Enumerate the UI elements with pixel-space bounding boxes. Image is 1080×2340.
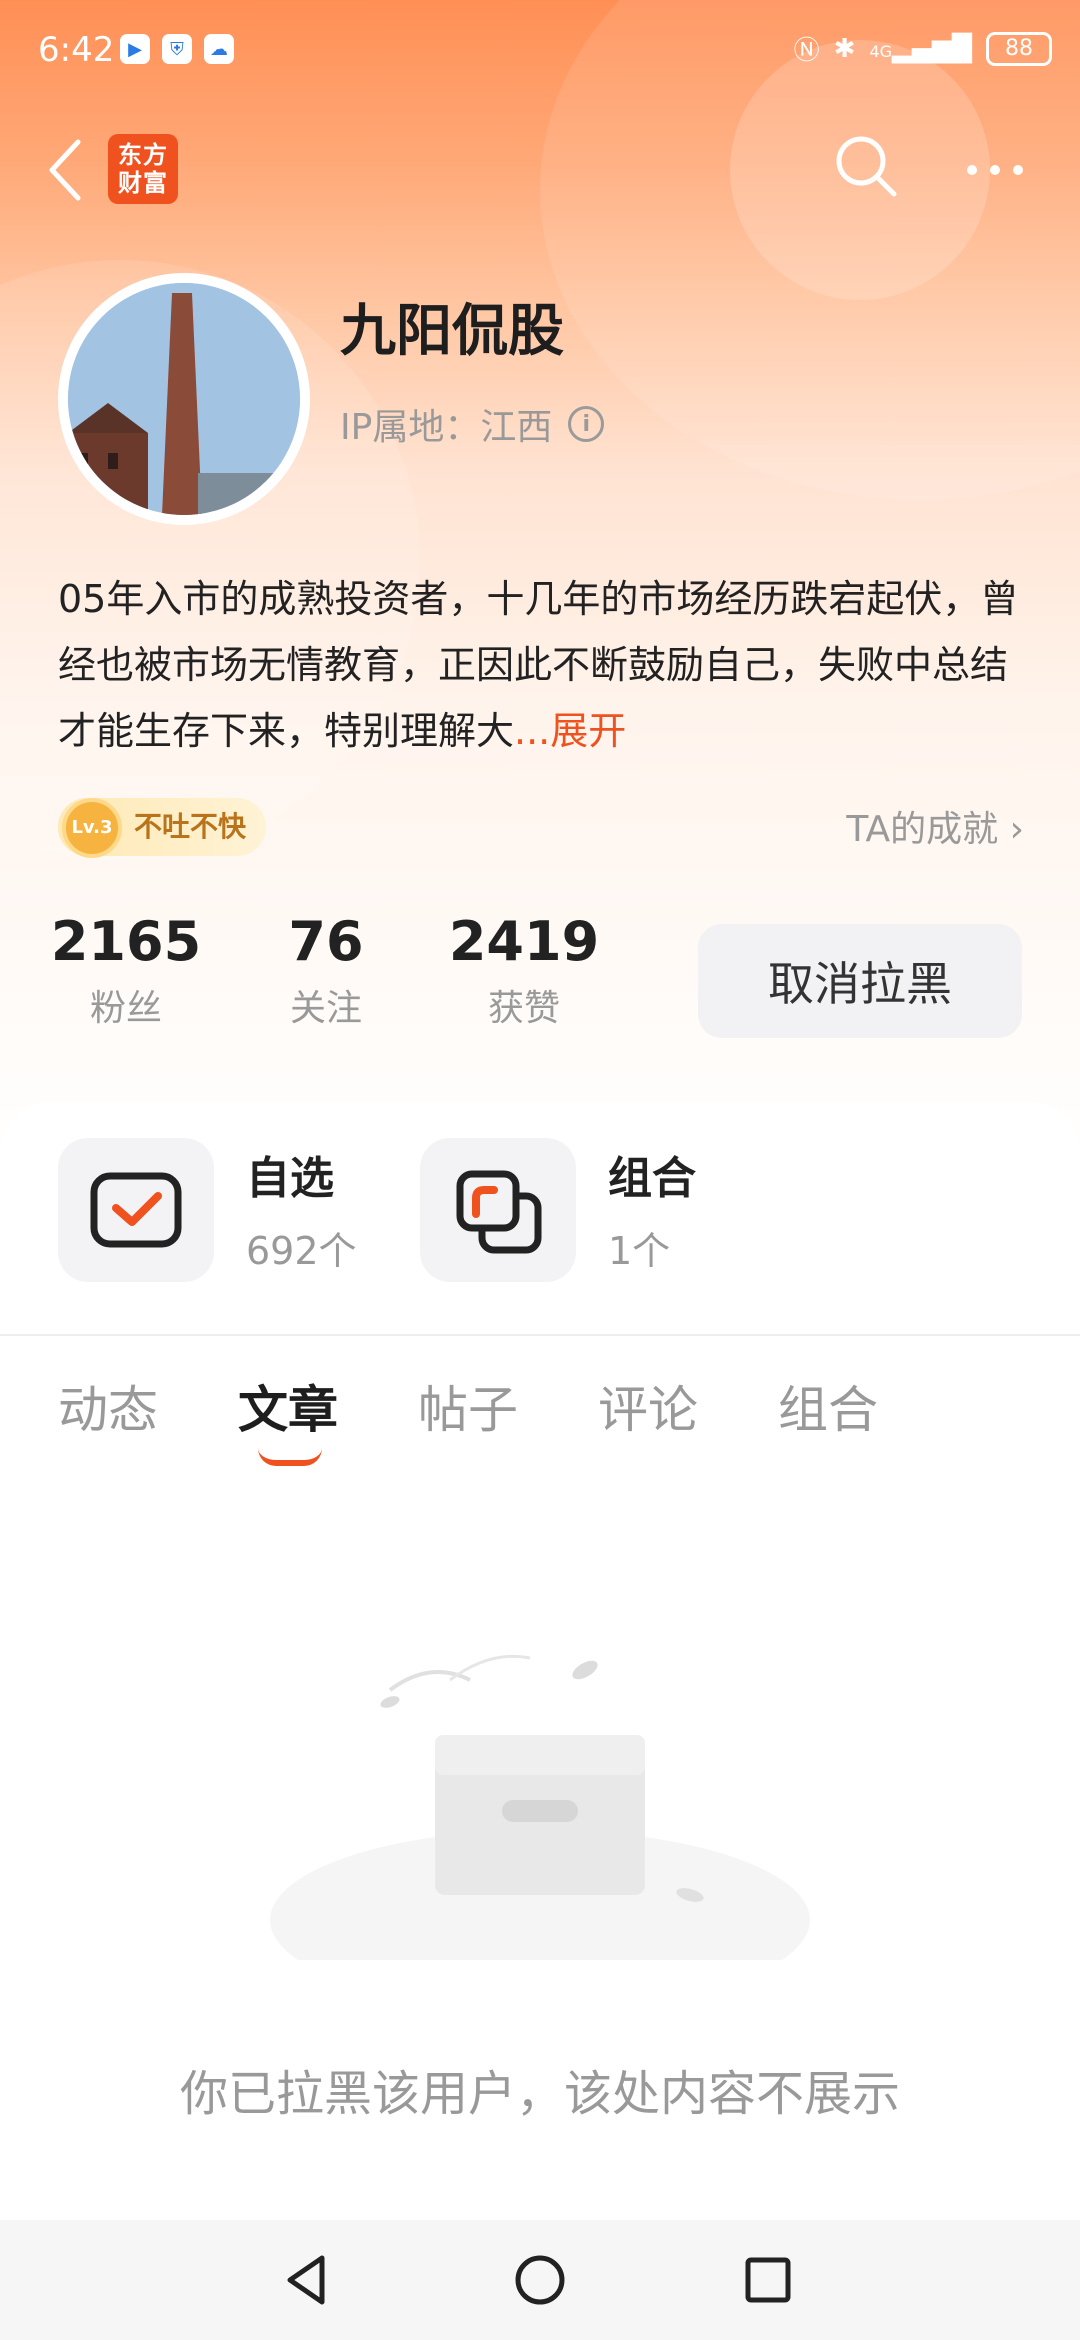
nav-recents-icon[interactable] bbox=[736, 2248, 800, 2312]
signal-icon: 4G▂▄▆█ bbox=[869, 33, 972, 64]
system-nav-bar bbox=[0, 2220, 1080, 2340]
achievement-link[interactable]: TA的成就 › bbox=[846, 800, 1024, 852]
nav-home-icon[interactable] bbox=[508, 2248, 572, 2312]
bio: 05年入市的成熟投资者，十几年的市场经历跌宕起伏，曾经也被市场无情教育，正因此不… bbox=[58, 566, 1024, 764]
level-medal-icon: Lv.3 bbox=[62, 798, 122, 858]
tab-dynamic[interactable]: 动态 bbox=[58, 1370, 158, 1442]
tab-articles[interactable]: 文章 bbox=[238, 1370, 338, 1442]
more-icon[interactable] bbox=[960, 140, 1030, 200]
portfolio-icon[interactable] bbox=[420, 1138, 576, 1282]
stat-value: 76 bbox=[288, 910, 364, 973]
bio-expand-link[interactable]: ...展开 bbox=[514, 709, 626, 753]
tab-bar: 动态 文章 帖子 评论 组合 bbox=[0, 1370, 1080, 1480]
stat-following[interactable]: 76 关注 bbox=[246, 910, 406, 1031]
stat-label: 获赞 bbox=[487, 988, 560, 1029]
stat-likes[interactable]: 2419 获赞 bbox=[444, 910, 604, 1031]
app-logo-line1: 东方 bbox=[118, 141, 168, 169]
search-icon[interactable] bbox=[830, 130, 902, 202]
empty-box-illustration bbox=[270, 1640, 810, 2010]
username: 九阳侃股 bbox=[340, 299, 564, 364]
ip-location-text: IP属地：江西 bbox=[340, 407, 553, 448]
tab-indicator bbox=[258, 1448, 322, 1466]
tab-comments[interactable]: 评论 bbox=[598, 1370, 698, 1442]
unblock-button[interactable]: 取消拉黑 bbox=[698, 924, 1022, 1038]
nfc-icon: Ⓝ bbox=[793, 36, 820, 66]
level-badge[interactable]: Lv.3 不吐不快 bbox=[58, 798, 267, 858]
battery-icon: 88 bbox=[986, 31, 1052, 66]
back-icon[interactable] bbox=[44, 134, 88, 206]
stat-value: 2165 bbox=[50, 910, 202, 973]
shield-app-icon: ⛨ bbox=[162, 34, 192, 64]
info-icon[interactable]: i bbox=[568, 406, 605, 442]
chevron-right-icon: › bbox=[1009, 809, 1024, 850]
battery-level: 88 bbox=[1005, 36, 1033, 61]
video-app-icon: ▶ bbox=[120, 34, 150, 64]
status-bar: 6:42 ▶ ⛨ ☁ Ⓝ ✱ 4G▂▄▆█ 88 bbox=[0, 0, 1080, 100]
weather-app-icon: ☁ bbox=[204, 34, 234, 64]
stat-value: 2419 bbox=[448, 910, 600, 973]
level-title: 不吐不快 bbox=[134, 810, 247, 843]
watchlist-count: 692个 bbox=[246, 1229, 357, 1273]
stat-label: 关注 bbox=[289, 988, 362, 1029]
stat-fans[interactable]: 2165 粉丝 bbox=[46, 910, 206, 1031]
app-logo-line2: 财富 bbox=[118, 169, 168, 197]
nav-back-icon[interactable] bbox=[276, 2248, 340, 2312]
level-badge-text: Lv.3 bbox=[71, 817, 113, 838]
divider bbox=[0, 1334, 1080, 1336]
portfolio-count: 1个 bbox=[608, 1229, 671, 1273]
ip-location: IP属地：江西 i bbox=[340, 398, 605, 450]
avatar[interactable] bbox=[58, 273, 310, 525]
watchlist-icon[interactable] bbox=[58, 1138, 214, 1282]
watchlist-title[interactable]: 自选 bbox=[246, 1142, 334, 1206]
empty-message: 你已拉黑该用户，该处内容不展示 bbox=[179, 2066, 900, 2122]
tab-portfolio[interactable]: 组合 bbox=[778, 1370, 878, 1442]
app-logo: 东方 财富 bbox=[108, 134, 178, 204]
stat-label: 粉丝 bbox=[89, 988, 162, 1029]
status-time: 6:42 bbox=[38, 30, 115, 70]
achievement-label: TA的成就 bbox=[846, 809, 999, 850]
status-indicators: Ⓝ ✱ 4G▂▄▆█ 88 bbox=[794, 30, 1052, 67]
portfolio-title[interactable]: 组合 bbox=[608, 1142, 696, 1206]
tab-posts[interactable]: 帖子 bbox=[418, 1370, 518, 1442]
bluetooth-icon: ✱ bbox=[833, 33, 856, 64]
status-app-icons: ▶ ⛨ ☁ bbox=[120, 34, 234, 64]
